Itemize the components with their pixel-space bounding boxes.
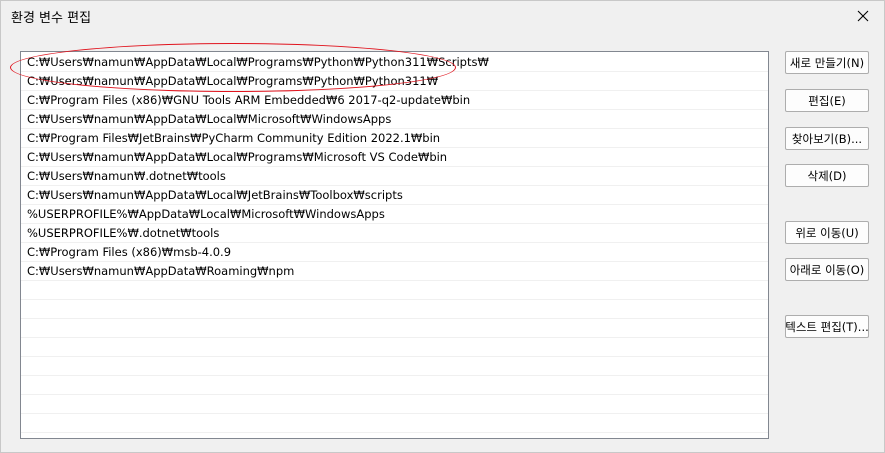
browse-button[interactable]: 찾아보기(B)... — [785, 127, 869, 150]
empty-list-row — [21, 300, 768, 319]
window-title: 환경 변수 편집 — [11, 11, 92, 26]
path-list-item[interactable]: C:₩Users₩namun₩AppData₩Roaming₩npm — [21, 262, 768, 281]
empty-list-row — [21, 395, 768, 414]
path-list-item[interactable]: C:₩Users₩namun₩.dotnet₩tools — [21, 167, 768, 186]
empty-list-row — [21, 338, 768, 357]
delete-button[interactable]: 삭제(D) — [785, 164, 869, 187]
path-list[interactable]: C:₩Users₩namun₩AppData₩Local₩Programs₩Py… — [20, 51, 769, 439]
path-list-item[interactable]: C:₩Users₩namun₩AppData₩Local₩Programs₩Mi… — [21, 148, 768, 167]
path-list-item[interactable]: C:₩Program Files₩JetBrains₩PyCharm Commu… — [21, 129, 768, 148]
close-button[interactable] — [842, 1, 884, 31]
path-list-item[interactable]: C:₩Program Files (x86)₩GNU Tools ARM Emb… — [21, 91, 768, 110]
empty-list-row — [21, 376, 768, 395]
empty-list-row — [21, 281, 768, 300]
path-list-item[interactable]: C:₩Users₩namun₩AppData₩Local₩Programs₩Py… — [21, 72, 768, 91]
move-down-button[interactable]: 아래로 이동(O) — [785, 258, 869, 281]
edit-text-button[interactable]: 텍스트 편집(T)... — [785, 315, 869, 338]
edit-environment-variable-dialog: 환경 변수 편집 C:₩Users₩namun₩AppData₩Local₩Pr… — [0, 0, 885, 453]
path-list-item[interactable]: C:₩Users₩namun₩AppData₩Local₩JetBrains₩T… — [21, 186, 768, 205]
path-list-item[interactable]: C:₩Users₩namun₩AppData₩Local₩Programs₩Py… — [21, 53, 768, 72]
empty-list-row — [21, 357, 768, 376]
new-button[interactable]: 새로 만들기(N) — [785, 51, 869, 74]
path-list-item[interactable]: %USERPROFILE%₩AppData₩Local₩Microsoft₩Wi… — [21, 205, 768, 224]
move-up-button[interactable]: 위로 이동(U) — [785, 221, 869, 244]
path-list-item[interactable]: C:₩Program Files (x86)₩msb-4.0.9 — [21, 243, 768, 262]
title-bar: 환경 변수 편집 — [1, 1, 884, 31]
empty-list-row — [21, 414, 768, 433]
empty-list-row — [21, 319, 768, 338]
path-list-item[interactable]: %USERPROFILE%₩.dotnet₩tools — [21, 224, 768, 243]
close-icon — [857, 10, 869, 22]
edit-button[interactable]: 편집(E) — [785, 89, 869, 112]
path-list-item[interactable]: C:₩Users₩namun₩AppData₩Local₩Microsoft₩W… — [21, 110, 768, 129]
